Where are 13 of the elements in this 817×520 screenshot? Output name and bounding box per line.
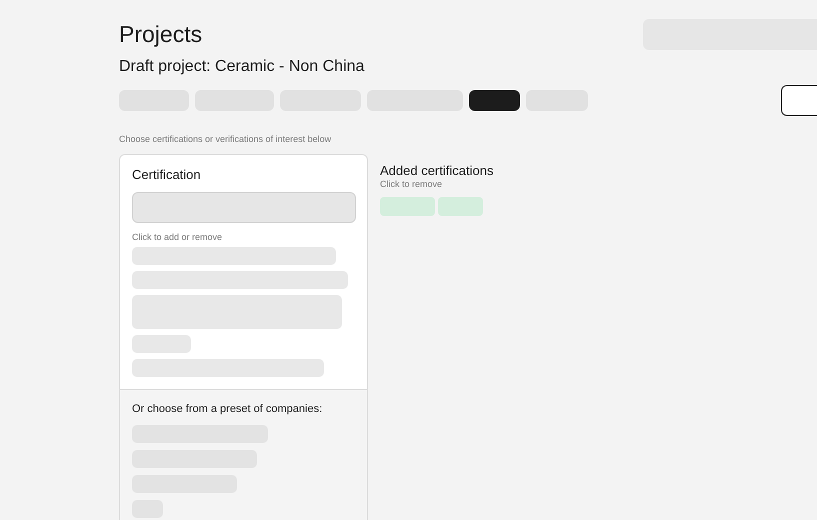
card-heading: Certification [132, 167, 202, 182]
tag-placeholder[interactable] [380, 197, 435, 216]
preset-heading: Or choose from a preset of companies: [132, 403, 324, 415]
outline-button[interactable] [781, 85, 817, 116]
hint-text: Click to add or remove [132, 232, 224, 242]
page-title: Projects [119, 21, 202, 48]
search-field[interactable] [132, 192, 356, 223]
tab[interactable] [469, 90, 520, 111]
project-title: Draft project: Ceramic - Non China [119, 58, 366, 76]
added-heading: Added certifications [380, 163, 494, 178]
hint-text: Click to remove [380, 179, 444, 189]
instruction-text: Choose certifications or verifications of interest below [119, 134, 332, 144]
tag-placeholder[interactable] [438, 197, 483, 216]
